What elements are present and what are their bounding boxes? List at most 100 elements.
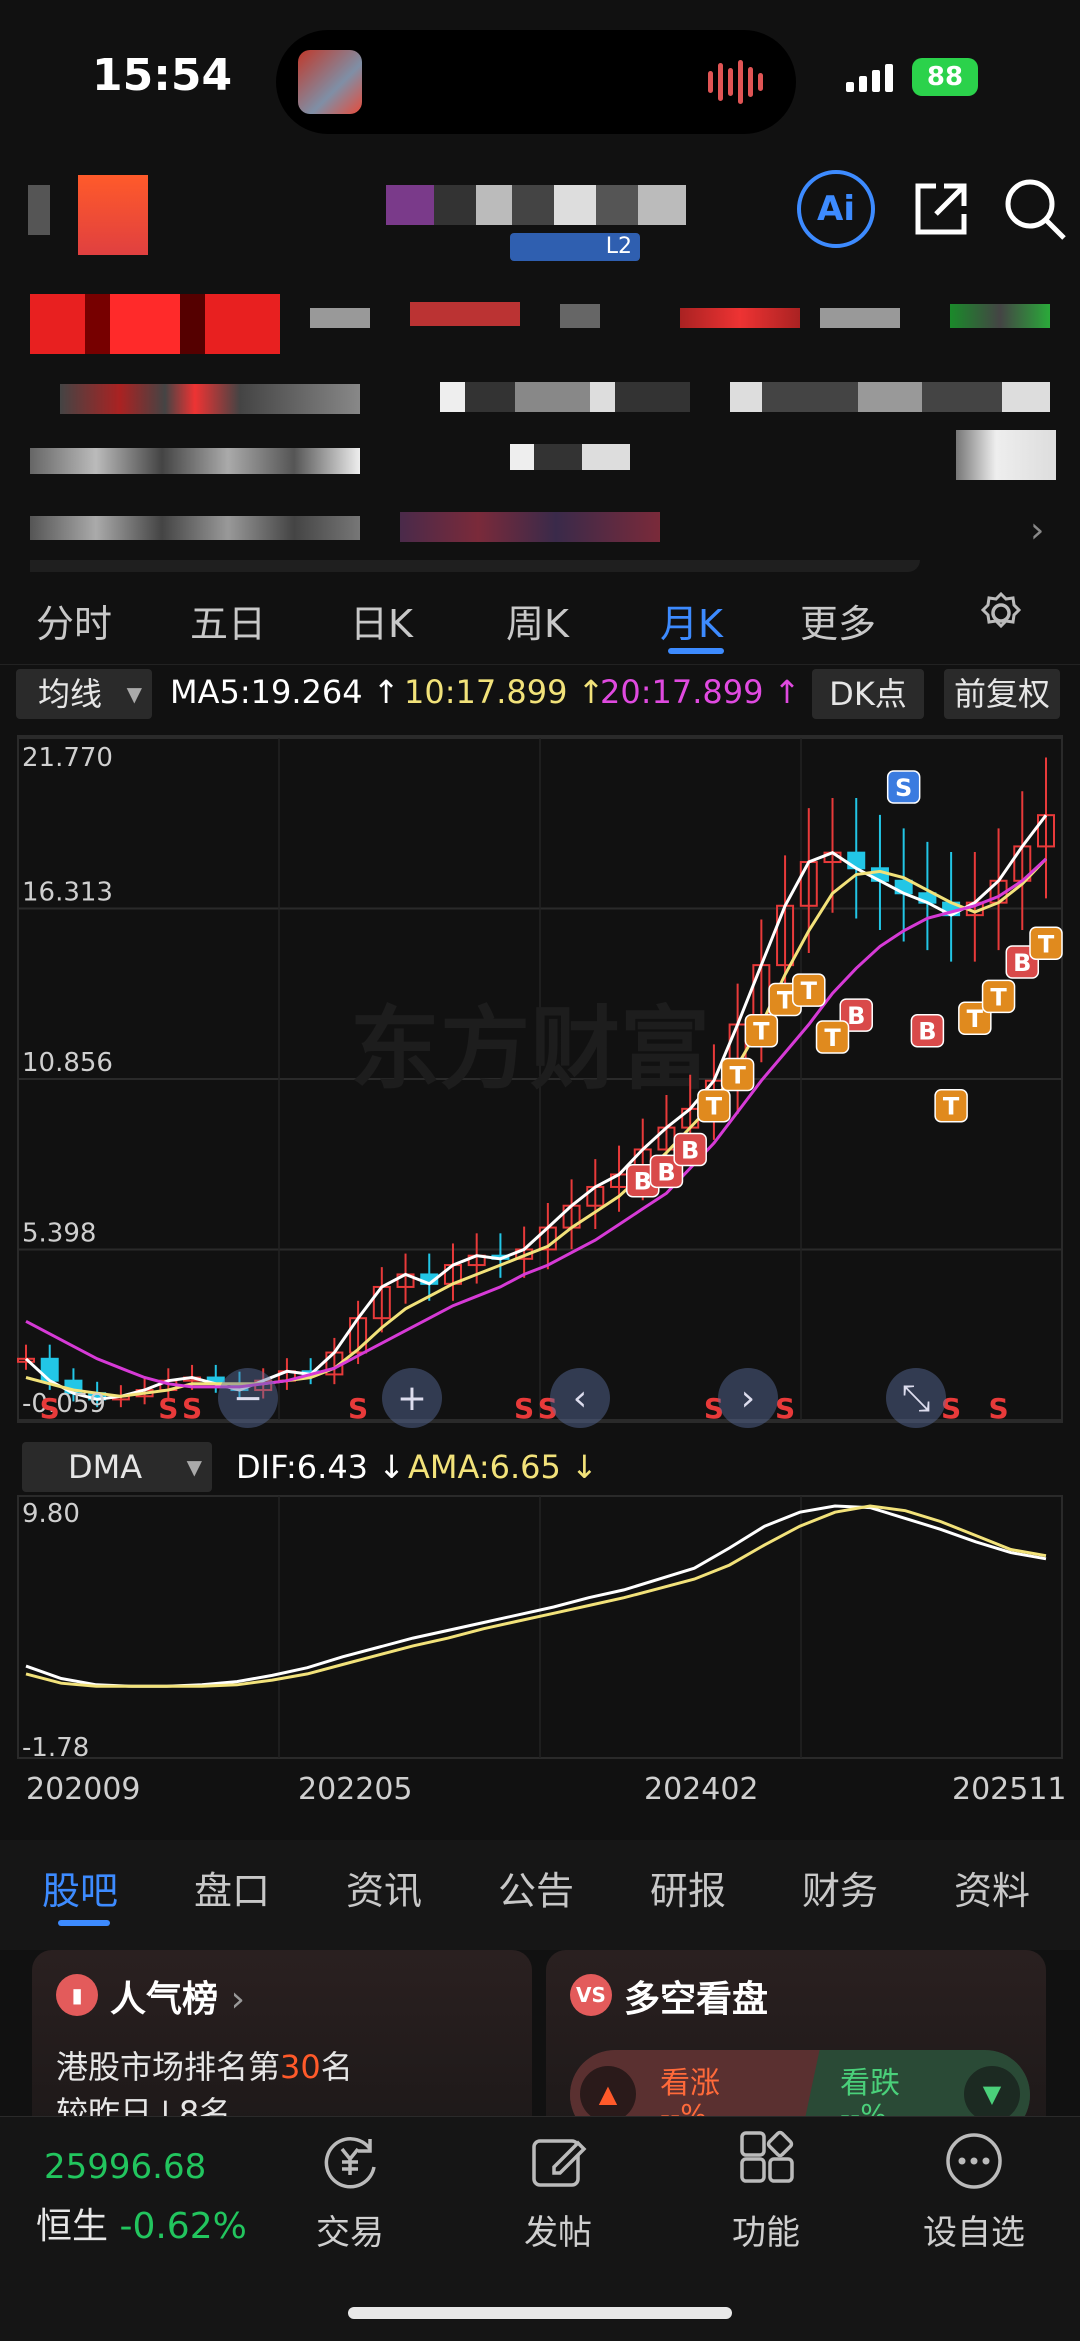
stock-logo [78,175,148,255]
date-label: 202205 [298,1772,413,1807]
tab-forum[interactable]: 股吧 [42,1860,118,1915]
sell-signal-mark: S [514,1392,534,1425]
dma-axis-labels: 9.80 -1.78 [22,1499,89,1762]
price-axis-label: 10.856 [22,1048,113,1078]
ma-line-ma20 [25,857,1048,1389]
tab-research[interactable]: 研报 [650,1860,726,1915]
sell-signal-mark: S [40,1392,60,1425]
more-dots-icon [946,2133,1002,2189]
tab-monthly-k[interactable]: 月K [660,593,723,648]
indicator-type-select[interactable]: 均线 ▼ [16,669,152,719]
tab-intraday[interactable]: 分时 [36,593,112,648]
dma-grid [17,1495,1063,1759]
chevron-right-icon: › [230,1979,245,2020]
period-tabs: 分时 五日 日K 周K 月K 更多 [0,575,1080,665]
monthly-k-chart[interactable]: 东方财富 21.77016.31310.8565.398-0.059 B BBTT… [0,720,1080,1440]
quote-info-block [0,272,1080,572]
tab-five-day[interactable]: 五日 [190,593,266,648]
take-profit-marker-label: T [706,1093,723,1121]
share-icon[interactable] [910,178,972,240]
date-label: 202402 [644,1772,759,1807]
take-profit-marker-label: T [967,1005,984,1033]
sell-signal-mark: S [988,1392,1008,1425]
dma-axis-label: 9.80 [22,1499,80,1529]
bull-side[interactable]: ▲ 看涨 --% [570,2050,820,2116]
forward-adjust-button[interactable]: 前复权 [944,669,1060,719]
take-profit-marker-label: T [990,983,1007,1011]
dk-point-button[interactable]: DK点 [812,669,924,719]
index-quote[interactable]: 恒生 -0.62% [36,2197,247,2249]
ai-assistant-button[interactable]: Ai [797,170,875,248]
buy-marker-label: B [681,1136,699,1164]
buy-marker-label: B [1013,949,1031,977]
zoom-out-icon-glyph: − [233,1378,263,1419]
price-axis-label: 21.770 [22,743,113,773]
nav-watchlist[interactable]: 设自选 [914,2129,1034,2254]
take-profit-marker-label: T [729,1061,746,1089]
tab-more[interactable]: 更多 [800,593,876,648]
fullscreen-icon-glyph: ⤡ [902,1378,931,1419]
clock: 15:54 [92,50,233,101]
dma-lines [25,1504,1047,1688]
tab-financials[interactable]: 财务 [802,1860,878,1915]
compose-icon [532,2139,587,2187]
sell-marker-label: S [895,774,912,802]
card-title: 人气榜 › [110,1979,245,2020]
zoom-out-icon[interactable]: − [218,1368,278,1428]
price-axis-label: 5.398 [22,1219,96,1249]
feature-cards: ▮ 人气榜 › 港股市场排名第30名 较昨日↓8名 VS 多空看盘 ▲ 看涨 -… [0,1950,1080,2116]
scroll-right-icon-glyph: › [741,1378,755,1419]
stock-name [386,185,686,225]
expand-chevron-icon[interactable]: › [1030,510,1044,551]
connect-badge: L2 [510,233,640,261]
tab-announcements[interactable]: 公告 [498,1860,574,1915]
sub-indicator-select[interactable]: DMA ▼ [22,1442,212,1492]
search-icon[interactable] [1002,176,1068,242]
dropdown-caret-icon: ▼ [186,1455,202,1479]
settings-gear-icon[interactable] [978,590,1024,636]
now-playing-thumbnail [298,50,362,114]
take-profit-marker-label: T [824,1024,841,1052]
active-tab-indicator [58,1920,110,1926]
ma10-value: 10:17.899 ↑ [404,673,605,711]
price-axis-label: 16.313 [22,877,113,907]
vs-icon: VS [570,1974,612,2016]
ma-indicator-row: 均线 ▼ MA5:19.264 ↑ 10:17.899 ↑ 20:17.899 ↑… [0,665,1080,721]
tab-weekly-k[interactable]: 周K [506,593,569,648]
nav-post[interactable]: 发帖 [498,2129,618,2254]
scroll-right-icon[interactable]: › [718,1368,778,1428]
content-tabs: 股吧 盘口 资讯 公告 研报 财务 资料 [0,1840,1080,1950]
back-icon[interactable] [28,185,50,235]
date-axis: 202009 202205 202402 202511 [0,1762,1080,1812]
sell-signal-mark: S [775,1392,795,1425]
ma5-value: MA5:19.264 ↑ [170,673,400,711]
zoom-in-icon-glyph: + [397,1378,427,1419]
buy-marker-label: B [657,1158,675,1186]
nav-functions[interactable]: 功能 [706,2129,826,2254]
nav-trade[interactable]: 交易 [290,2129,410,2254]
cellular-signal-icon [846,62,893,92]
take-profit-marker-label: T [943,1093,960,1121]
scroll-left-icon[interactable]: ‹ [550,1368,610,1428]
fullscreen-icon[interactable]: ⤡ [886,1368,946,1428]
sentiment-card[interactable]: VS 多空看盘 ▲ 看涨 --% 看跌 --% ▼ [546,1950,1046,2116]
dropdown-caret-icon: ▼ [126,682,142,706]
zoom-in-icon[interactable]: + [382,1368,442,1428]
tab-news[interactable]: 资讯 [346,1860,422,1915]
watermark: 东方财富 [350,997,710,1102]
dynamic-island [276,30,796,134]
ama-value: AMA:6.65 ↓ [408,1448,598,1486]
audio-wave-icon [708,58,766,106]
dma-axis-label: -1.78 [22,1733,89,1762]
date-label: 202009 [26,1772,141,1807]
tab-daily-k[interactable]: 日K [350,593,413,648]
tab-order-book[interactable]: 盘口 [194,1860,270,1915]
bull-arrow-icon: ▲ [580,2066,636,2116]
index-value[interactable]: 25996.68 [44,2147,206,2187]
status-bar: 15:54 88 [0,0,1080,160]
dma-chart[interactable]: 9.80 -1.78 [0,1492,1080,1762]
rank-change-line: 较昨日↓8名 [56,2094,232,2116]
active-tab-indicator [668,648,724,654]
tab-profile[interactable]: 资料 [954,1860,1030,1915]
popularity-card[interactable]: ▮ 人气榜 › 港股市场排名第30名 较昨日↓8名 [32,1950,532,2116]
